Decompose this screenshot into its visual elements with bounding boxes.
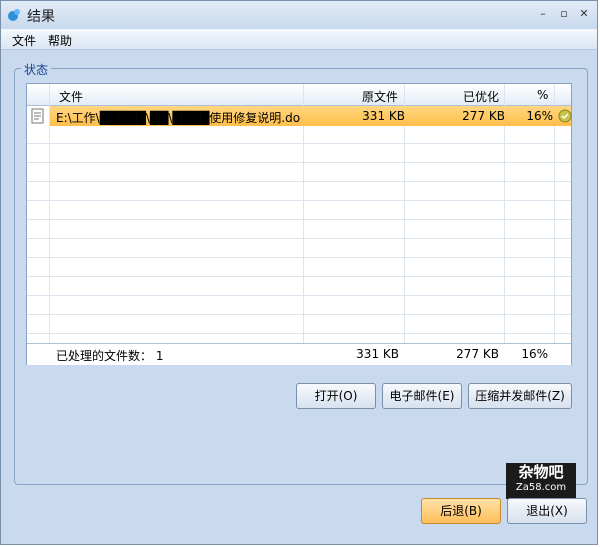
minimize-icon[interactable]: –	[536, 7, 550, 21]
exit-button[interactable]: 退出(X)	[507, 498, 587, 524]
file-path: E:\工作\█████\██\████使用修复说明.doc	[56, 111, 301, 125]
window-title: 结果	[27, 9, 55, 25]
back-button[interactable]: 后退(B)	[421, 498, 501, 524]
total-percent: 16%	[521, 347, 548, 361]
column-original[interactable]: 原文件	[362, 88, 398, 105]
app-logo-icon	[8, 9, 20, 21]
close-icon[interactable]: ✕	[577, 7, 591, 21]
menu-help[interactable]: 帮助	[48, 32, 72, 49]
document-icon	[31, 108, 44, 124]
site-watermark: 杂物吧 Za58.com	[506, 463, 576, 499]
column-optimized[interactable]: 已优化	[463, 88, 499, 105]
original-size: 331 KB	[362, 109, 405, 123]
total-original-size: 331 KB	[356, 347, 399, 361]
check-status-icon	[558, 109, 572, 123]
menu-file[interactable]: 文件	[12, 32, 36, 49]
zip-email-button[interactable]: 压缩并发邮件(Z)	[468, 383, 572, 409]
table-footer: 已处理的文件数： 1 331 KB 277 KB 16%	[27, 343, 571, 365]
table-row[interactable]: E:\工作\█████\██\████使用修复说明.doc 331 KB 277…	[50, 106, 572, 126]
processed-count: 已处理的文件数： 1	[56, 349, 164, 363]
email-button[interactable]: 电子邮件(E)	[382, 383, 462, 409]
title-bar[interactable]: 结果 – ▫ ✕	[1, 1, 597, 29]
percent-value: 16%	[526, 109, 553, 123]
open-button[interactable]: 打开(O)	[296, 383, 376, 409]
results-table[interactable]: 文件 原文件 已优化 % E:\工作\█████\██\████使用修复说明.d…	[26, 83, 572, 365]
total-optimized-size: 277 KB	[456, 347, 499, 361]
table-header: 文件 原文件 已优化 %	[27, 84, 571, 106]
status-group-label: 状态	[21, 61, 52, 78]
result-window: 结果 – ▫ ✕ 文件 帮助 状态 文件 原文件 已优化 % E:\工作\███…	[0, 0, 598, 545]
column-file[interactable]: 文件	[59, 88, 83, 105]
menu-bar: 文件 帮助	[1, 29, 597, 50]
maximize-icon[interactable]: ▫	[557, 7, 571, 21]
optimized-size: 277 KB	[462, 109, 505, 123]
column-percent[interactable]: %	[537, 88, 548, 102]
